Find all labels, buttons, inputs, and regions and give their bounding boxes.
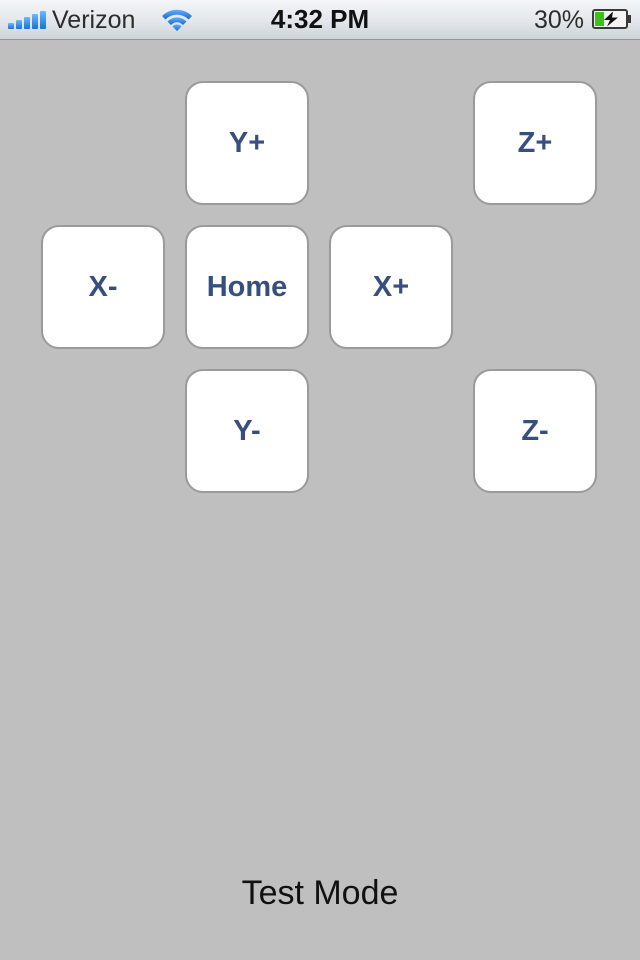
x-minus-button[interactable]: X- — [41, 225, 165, 349]
battery-percent: 30% — [533, 6, 584, 34]
z-minus-button[interactable]: Z- — [473, 369, 597, 493]
status-bar: Verizon 4:32 PM 30% — [0, 0, 640, 40]
z-plus-button[interactable]: Z+ — [473, 81, 597, 205]
mode-label: Test Mode — [241, 874, 399, 912]
y-plus-button[interactable]: Y+ — [185, 81, 309, 205]
home-button[interactable]: Home — [185, 225, 309, 349]
battery-charging-icon — [592, 9, 631, 29]
x-plus-button[interactable]: X+ — [329, 225, 453, 349]
y-minus-button[interactable]: Y- — [185, 369, 309, 493]
